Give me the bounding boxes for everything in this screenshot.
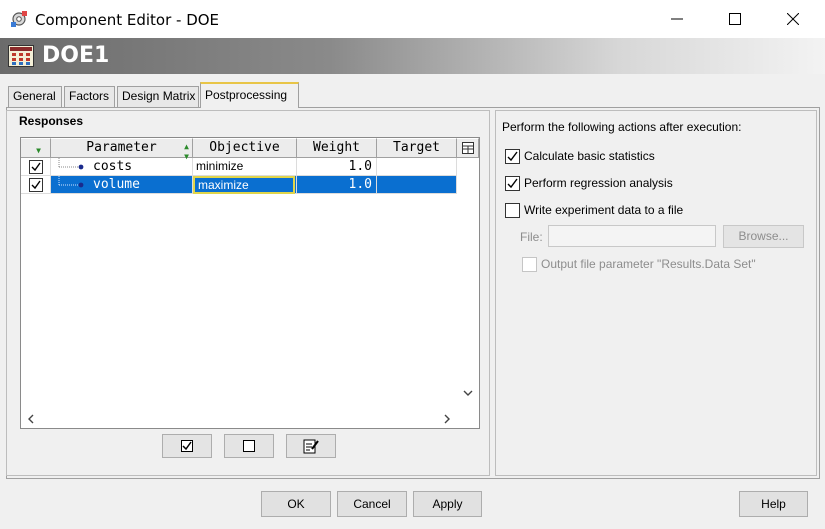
file-label: File: — [520, 230, 543, 244]
tree-connector-icon — [58, 176, 84, 188]
table-row[interactable]: costs minimize 1.0 — [21, 158, 457, 176]
regression-analysis-label: Perform regression analysis — [524, 176, 673, 190]
scroll-left-icon[interactable] — [27, 413, 35, 427]
objective-cell[interactable]: minimize — [193, 158, 297, 176]
uncheck-all-button[interactable] — [224, 434, 274, 458]
column-chooser-icon — [461, 142, 474, 154]
objective-cell-editor[interactable]: maximize — [193, 176, 295, 194]
horizontal-scrollbar[interactable] — [21, 408, 458, 428]
scroll-right-icon[interactable] — [443, 413, 451, 427]
checkmark-icon — [507, 178, 518, 188]
checkmark-icon — [31, 162, 41, 171]
edit-notes-button[interactable] — [286, 434, 336, 458]
component-name: DOE1 — [42, 43, 110, 68]
responses-table: ▼ Parameter ▲▼ Objective Weight Target — [20, 137, 480, 429]
help-button[interactable]: Help — [739, 491, 808, 517]
close-button[interactable] — [764, 0, 822, 38]
select-column-header[interactable]: ▼ — [21, 138, 51, 158]
check-all-icon — [181, 440, 193, 452]
minimize-button[interactable] — [648, 0, 706, 38]
ok-button[interactable]: OK — [261, 491, 331, 517]
check-all-button[interactable] — [162, 434, 212, 458]
tab-postprocessing[interactable]: Postprocessing — [200, 82, 299, 108]
file-path-input[interactable] — [548, 225, 716, 247]
minimize-icon — [671, 18, 683, 20]
responses-title: Responses — [19, 114, 84, 128]
weight-cell[interactable]: 1.0 — [297, 176, 377, 194]
row-checkbox[interactable] — [28, 177, 43, 192]
component-gear-icon — [11, 11, 27, 27]
calculate-statistics-checkbox[interactable] — [505, 148, 520, 164]
scroll-corner — [458, 408, 479, 428]
target-cell[interactable] — [377, 158, 457, 176]
table-row[interactable]: volume maximize 1.0 — [21, 176, 457, 194]
title-bar: Component Editor - DOE — [0, 0, 825, 38]
write-data-option[interactable]: Write experiment data to a file — [505, 202, 683, 218]
table-header: ▼ Parameter ▲ ▼ Objective Weight Target — [21, 138, 479, 161]
close-icon — [787, 13, 799, 25]
calculate-statistics-label: Calculate basic statistics — [524, 149, 655, 163]
output-parameter-checkbox[interactable] — [522, 256, 537, 272]
apply-button[interactable]: Apply — [413, 491, 482, 517]
output-parameter-label: Output file parameter "Results.Data Set" — [541, 257, 756, 271]
column-header-weight[interactable]: Weight — [297, 138, 377, 158]
output-parameter-option[interactable]: Output file parameter "Results.Data Set" — [522, 256, 756, 272]
target-cell[interactable] — [377, 176, 457, 194]
vertical-scrollbar[interactable] — [458, 158, 479, 408]
regression-analysis-checkbox[interactable] — [505, 175, 520, 191]
column-chooser-button[interactable] — [457, 138, 479, 158]
post-actions-group — [495, 110, 817, 476]
maximize-icon — [729, 13, 741, 25]
scroll-down-icon[interactable] — [463, 386, 473, 400]
window-title: Component Editor - DOE — [35, 11, 220, 29]
post-actions-heading: Perform the following actions after exec… — [502, 120, 742, 134]
checkmark-icon — [31, 180, 41, 189]
uncheck-all-icon — [243, 440, 255, 452]
regression-analysis-option[interactable]: Perform regression analysis — [505, 175, 673, 191]
row-checkbox[interactable] — [28, 159, 43, 174]
write-data-checkbox[interactable] — [505, 202, 520, 218]
browse-button[interactable]: Browse... — [723, 225, 804, 248]
sort-down-icon: ▼ — [36, 146, 41, 155]
write-data-label: Write experiment data to a file — [524, 203, 684, 217]
tree-connector-icon — [58, 158, 84, 170]
edit-notes-icon — [303, 439, 319, 454]
tab-design-matrix[interactable]: Design Matrix — [117, 86, 199, 107]
parameter-name: costs — [93, 159, 133, 174]
maximize-button[interactable] — [706, 0, 764, 38]
column-header-parameter[interactable]: Parameter ▲ ▼ — [51, 138, 193, 161]
calculate-statistics-option[interactable]: Calculate basic statistics — [505, 148, 655, 164]
column-header-target[interactable]: Target — [377, 138, 457, 158]
weight-cell[interactable]: 1.0 — [297, 158, 377, 176]
component-header: DOE1 — [0, 38, 825, 74]
column-header-objective[interactable]: Objective — [193, 138, 297, 158]
tab-factors[interactable]: Factors — [64, 86, 115, 107]
doe-grid-icon — [8, 45, 34, 67]
parameter-name: volume — [93, 177, 140, 192]
tab-general[interactable]: General — [8, 86, 62, 107]
cancel-button[interactable]: Cancel — [337, 491, 407, 517]
checkmark-icon — [507, 151, 518, 161]
